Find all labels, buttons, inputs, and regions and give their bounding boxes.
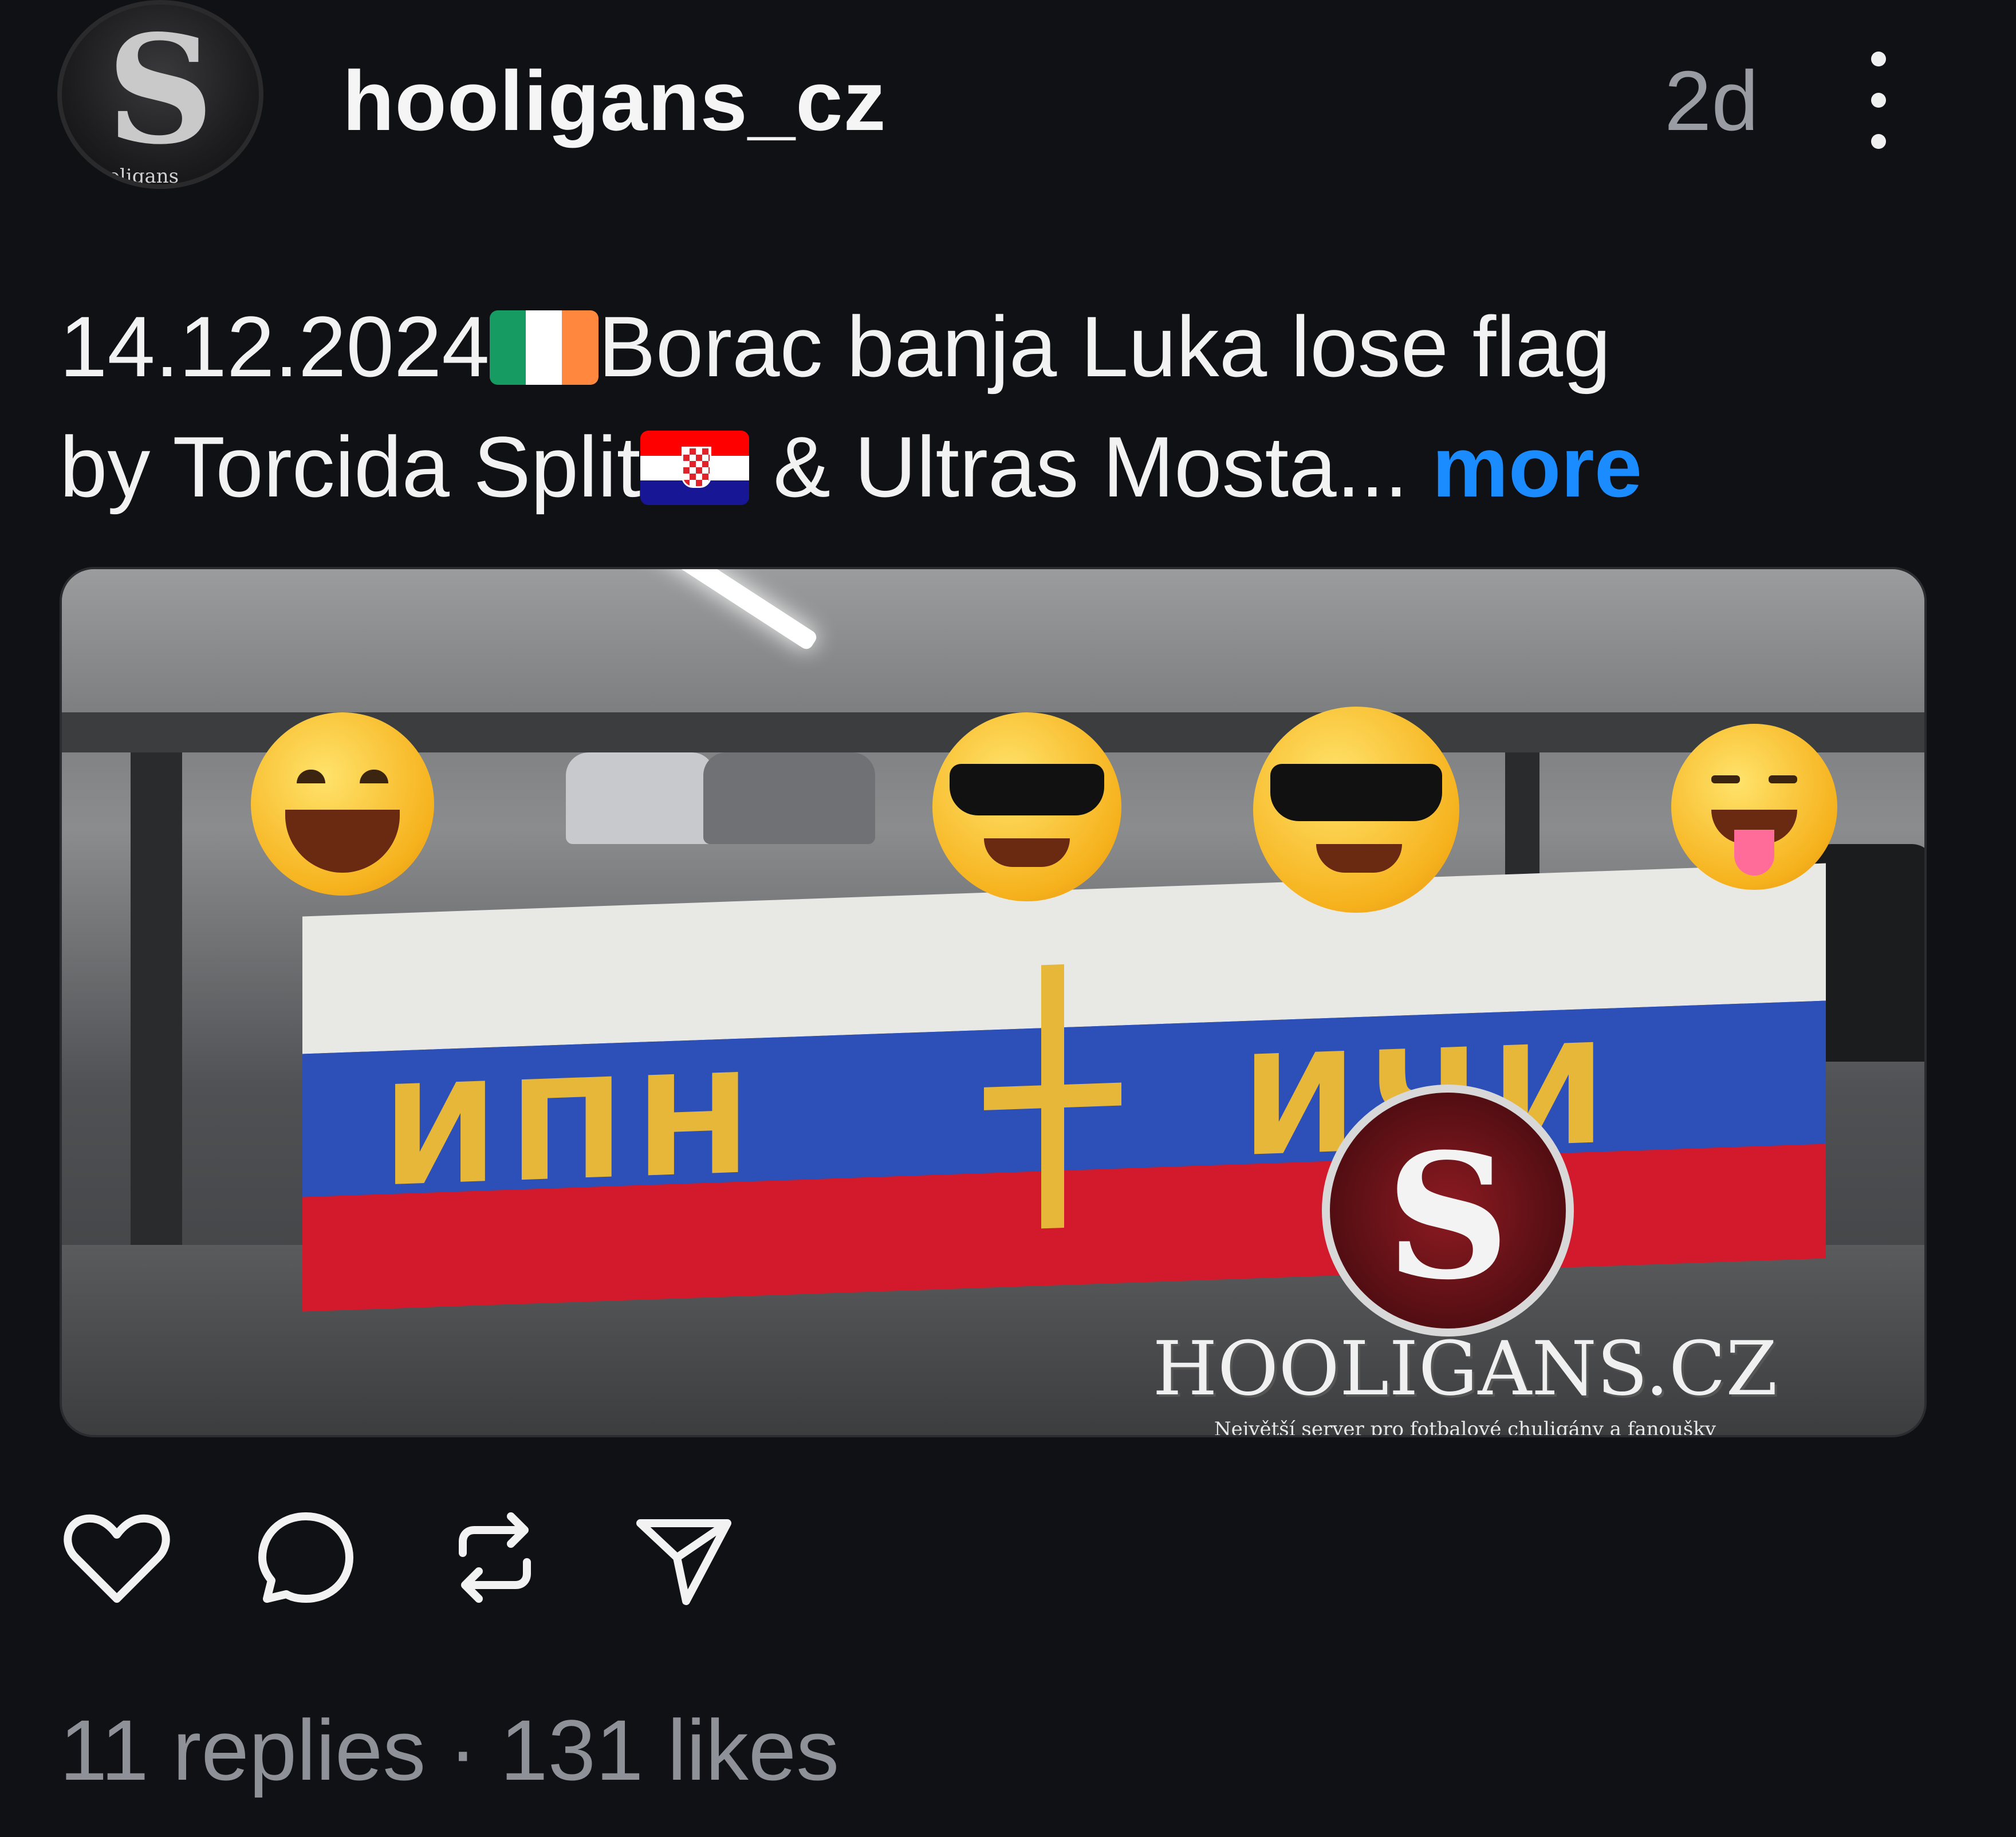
post-time: 2d [1664, 54, 1759, 148]
sunglasses-emoji-icon [1253, 707, 1459, 913]
repost-icon[interactable] [438, 1500, 552, 1615]
more-link[interactable]: more [1432, 419, 1642, 515]
action-bar [60, 1500, 747, 1615]
watermark-brand: HOOLIGANS.CZ [1152, 1325, 1778, 1412]
post-caption: 14.12.2024 Borac banja Luka lose flag by … [60, 286, 1950, 527]
caption-text-2: by Torcida Split [60, 419, 641, 515]
parked-car [703, 752, 875, 844]
likes-count[interactable]: 131 likes [500, 1702, 839, 1798]
avatar-ring-text: ooligans [96, 165, 179, 188]
croatia-flag-icon [640, 431, 750, 506]
caption-text-1: Borac banja Luka lose flag [598, 298, 1611, 395]
ireland-flag-icon [489, 310, 598, 385]
more-options-icon[interactable] [1856, 52, 1901, 149]
avatar-logo: S [107, 3, 214, 178]
flag-banner: ИПН ИЧИ [302, 863, 1826, 1329]
replies-count[interactable]: 11 replies [60, 1702, 426, 1798]
comment-icon[interactable] [249, 1500, 363, 1615]
post-stats: 11 replies · 131 likes [60, 1701, 839, 1800]
share-icon[interactable] [627, 1500, 741, 1615]
post-image[interactable]: ИПН ИЧИ S HOOLIGANS.CZ Největš [60, 567, 1927, 1437]
caption-text-3: & Ultras Mosta... [749, 419, 1408, 515]
thread-post: S ooligans hooligans_cz 2d 14.12.2024 Bor… [0, 0, 2016, 1837]
parked-car [1809, 844, 1924, 1062]
caption-date: 14.12.2024 [60, 298, 490, 395]
stats-separator: · [448, 1702, 478, 1798]
grinning-emoji-icon [251, 712, 434, 896]
watermark-tagline: Největší server pro fotbalové chuligány … [1214, 1418, 1716, 1437]
heart-icon[interactable] [60, 1500, 174, 1615]
avatar[interactable]: S ooligans [57, 0, 263, 189]
banner-cross [984, 963, 1121, 1231]
username[interactable]: hooligans_cz [342, 53, 887, 150]
squinting-tongue-emoji-icon [1671, 724, 1837, 890]
watermark-logo: S [1322, 1085, 1574, 1337]
garage-ceiling [62, 569, 1924, 730]
banner-text-left: ИПН [383, 1043, 762, 1217]
watermark: HOOLIGANS.CZ Největší server pro fotbalo… [1150, 1325, 1780, 1437]
sunglasses-emoji-icon [932, 712, 1121, 901]
parked-car [566, 752, 715, 844]
